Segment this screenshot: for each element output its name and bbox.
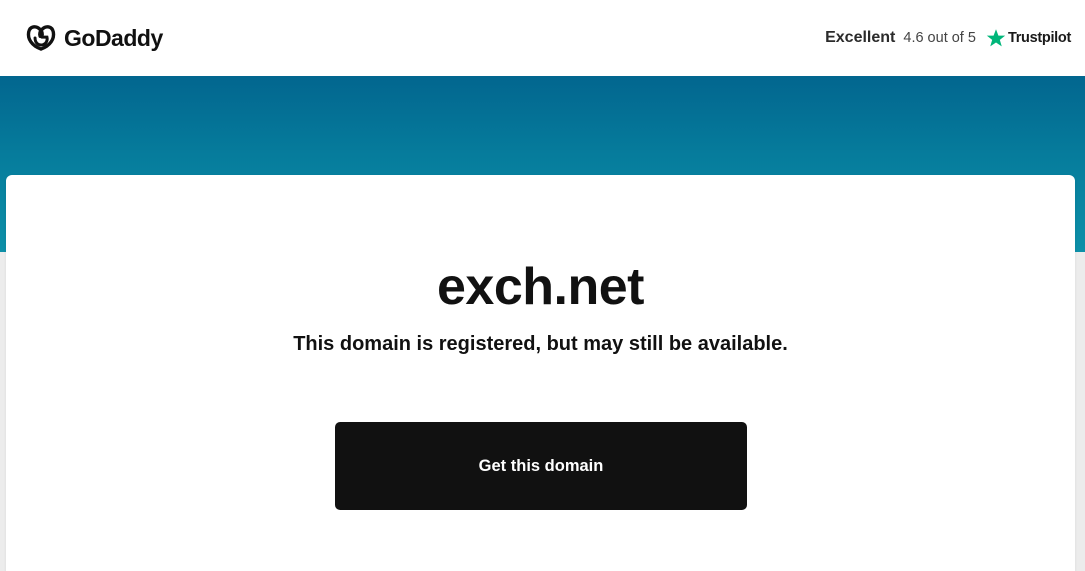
domain-card: exch.net This domain is registered, but … (6, 175, 1075, 571)
brand-name: GoDaddy (64, 24, 163, 51)
godaddy-logo-icon (26, 25, 56, 51)
get-domain-button[interactable]: Get this domain (335, 422, 747, 510)
trustpilot-star-icon (986, 29, 1006, 47)
godaddy-logo[interactable]: GoDaddy (24, 21, 163, 55)
trustpilot-badge: Trustpilot (986, 28, 1071, 48)
rating-score: 4.6 out of 5 (903, 30, 976, 46)
trustpilot-rating[interactable]: Excellent 4.6 out of 5 Trustpilot (825, 28, 1071, 48)
rating-label: Excellent (825, 29, 896, 46)
availability-message: This domain is registered, but may still… (293, 333, 788, 355)
trustpilot-name: Trustpilot (1007, 30, 1071, 46)
domain-name: exch.net (437, 258, 644, 316)
site-header: GoDaddy Excellent 4.6 out of 5 Trustpilo… (0, 0, 1085, 76)
